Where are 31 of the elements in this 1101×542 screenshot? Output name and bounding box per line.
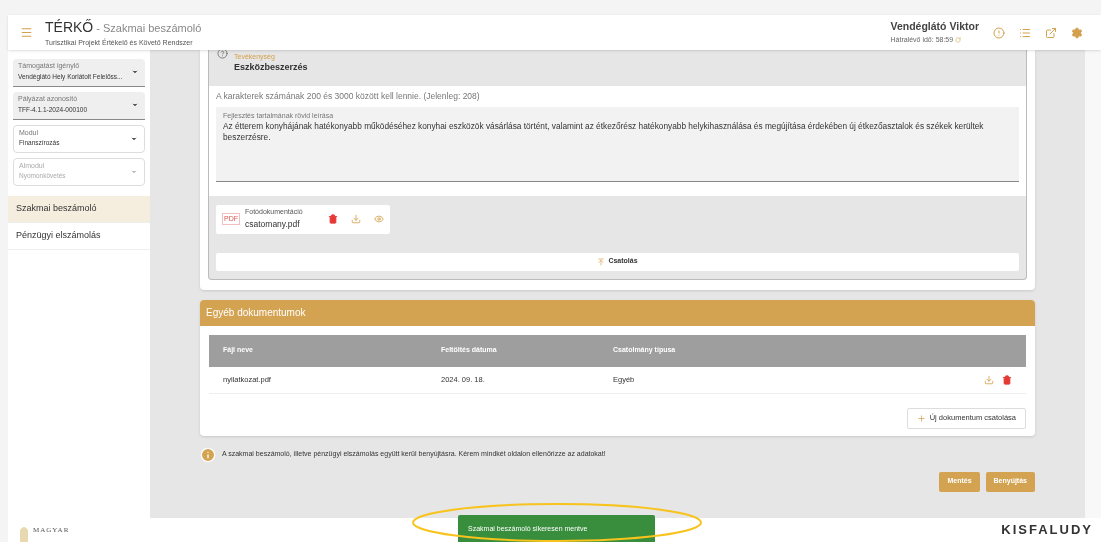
dropdown-caret-icon [130, 168, 138, 176]
character-count-hint: A karakterek számának 200 és 3000 között kell lennie. (Jelenleg: 208) [216, 90, 481, 103]
plus-icon [916, 413, 926, 423]
dropdown-caret-icon [131, 101, 139, 109]
attachment-file-name: csatomany.pdf [245, 217, 301, 231]
info-icon [200, 446, 216, 463]
sidebar-nav-item[interactable]: Szakmai beszámoló [8, 196, 150, 223]
download-icon[interactable] [350, 214, 361, 224]
right-logo: KISFALUDY [1001, 521, 1093, 540]
dropdown-caret-icon [131, 68, 139, 76]
external-link-icon[interactable] [1045, 26, 1057, 39]
crest-icon [18, 524, 30, 542]
help-icon[interactable] [217, 48, 228, 59]
description-textarea[interactable] [216, 106, 1019, 182]
preview-icon[interactable] [373, 214, 384, 224]
description-text: Az étterem konyhájának hatékonyabb működéséhez konyhai eszközök vásárlása történt, valamint az étkezőrész hatékonyabb helykihasználása és megújítása érdekében új étkezőasztalok és székek kerültek beszerzésre. [223, 121, 985, 144]
user-name: Vendéglátó Viktor [890, 19, 979, 35]
refresh-icon[interactable] [955, 37, 962, 44]
list-icon[interactable] [1019, 26, 1031, 39]
menu-icon[interactable] [20, 26, 33, 39]
delete-icon[interactable] [327, 214, 338, 224]
settings-icon[interactable] [1071, 26, 1083, 39]
upload-icon [597, 257, 606, 266]
card-title: Egyéb dokumentumok [206, 306, 306, 320]
download-icon[interactable] [984, 374, 994, 385]
page-subtitle: - Szakmai beszámoló [96, 20, 202, 36]
dropdown-caret-icon [130, 135, 138, 143]
alert-icon[interactable] [993, 26, 1005, 39]
app-title: TÉRKŐ [45, 17, 94, 37]
activity-title: Eszközbeszerzés [234, 61, 308, 75]
delete-icon[interactable] [1002, 374, 1012, 385]
